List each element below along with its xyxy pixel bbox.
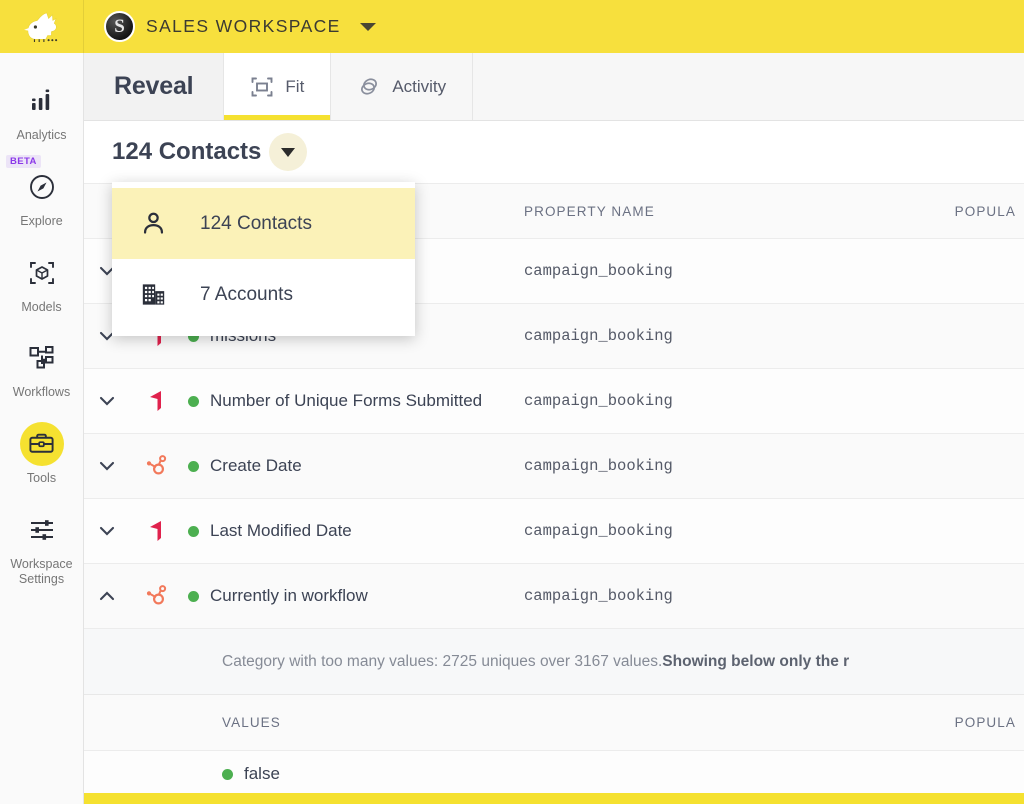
sidebar-item-workflows[interactable]: Workflows [0,324,83,410]
left-sidebar: Analytics BETA Explore Models Workflows … [0,53,84,804]
row-name-cell: Number of Unique Forms Submitted [184,391,524,411]
bar-chart-icon [20,79,64,123]
chevron-down-icon[interactable] [84,521,130,541]
chevron-up-icon[interactable] [84,586,130,606]
table-row[interactable]: Currently in workflow campaign_booking [84,564,1024,629]
value-row[interactable]: false [84,751,1024,797]
row-property-name: campaign_booking [524,457,673,475]
status-dot [222,768,233,780]
workflow-nodes-icon [20,336,64,380]
banner-text-plain: Category with too many values: 2725 uniq… [222,652,663,670]
marketo-icon [130,388,184,414]
tab-activity[interactable]: Activity [331,53,474,120]
sliders-icon [20,508,64,552]
entity-selector-label: 124 Contacts [112,138,262,165]
stacked-rings-icon [361,77,378,95]
sidebar-item-label: Explore [20,213,63,228]
dropdown-option-label: 7 Accounts [200,283,293,305]
row-property-name: campaign_booking [524,522,673,540]
too-many-values-banner: Category with too many values: 2725 uniq… [84,629,1024,695]
row-property-name: campaign_booking [524,392,673,410]
table-row[interactable]: Last Modified Date campaign_booking [84,499,1024,564]
hubspot-icon [130,583,184,609]
values-header-population: POPULA [954,715,1016,730]
sidebar-item-label: Models [21,299,62,314]
dropdown-option-accounts[interactable]: 7 Accounts [112,259,415,330]
row-property-name: campaign_booking [524,262,673,280]
value-label: false [244,764,280,783]
row-name-cell: Create Date [184,456,524,476]
sidebar-item-models[interactable]: Models [0,239,83,325]
sidebar-item-label: Analytics [16,128,67,142]
toolbox-icon [19,422,64,466]
row-property-name: campaign_booking [524,327,673,345]
values-header-label: VALUES [222,715,281,730]
main-panel: Reveal Fit Activity 124 Contacts PROPERT… [84,53,1024,804]
entity-selector-chevron-down-icon[interactable] [269,133,308,171]
values-table-header: VALUES POPULA [84,695,1024,751]
app-logo[interactable] [0,0,84,53]
status-dot [188,460,199,472]
sidebar-item-tools[interactable]: Tools [0,410,83,496]
sidebar-item-explore[interactable]: BETA Explore [0,153,83,239]
sidebar-item-label: Tools [26,471,57,485]
sidebar-item-label: Workflows [12,385,71,400]
column-header-property-name: PROPERTY NAME [524,203,655,219]
tab-label: Reveal [114,72,194,100]
sidebar-item-label: Workspace Settings [10,556,73,586]
chevron-down-icon[interactable] [84,391,130,411]
status-dot [188,395,199,407]
chevron-down-icon[interactable] [84,456,130,476]
tab-fit[interactable]: Fit [224,53,332,120]
hubspot-icon [130,453,184,479]
tab-bar: Reveal Fit Activity [84,53,1024,121]
table-row[interactable]: Number of Unique Forms Submitted campaig… [84,369,1024,434]
table-row[interactable]: Create Date campaign_booking [84,434,1024,499]
tab-label: Activity [392,76,447,96]
building-icon [140,281,186,308]
tab-label: Fit [285,76,305,96]
workspace-name: SALES WORKSPACE [146,16,341,36]
row-display-name: Number of Unique Forms Submitted [210,391,483,410]
status-dot [188,590,199,602]
beta-badge: BETA [6,154,41,168]
workspace-avatar: S [104,11,135,42]
workspace-switcher[interactable]: S SALES WORKSPACE [104,0,376,53]
sidebar-item-analytics[interactable]: Analytics [0,67,83,153]
compass-icon [20,165,64,209]
entity-selector-dropdown: 124 Contacts 7 Accounts [112,182,415,336]
app-root: S SALES WORKSPACE Analytics BETA Explore… [0,0,1024,804]
row-name-cell: Currently in workflow [184,586,524,606]
row-display-name: Currently in workflow [210,586,368,605]
banner-text-bold: Showing below only the r [662,652,850,670]
status-dot [188,525,199,537]
top-bar: S SALES WORKSPACE [0,0,1024,53]
caret-glyph [281,147,296,157]
bottom-accent-bar [84,793,1024,804]
row-name-cell: Last Modified Date [184,521,524,541]
entity-selector-row: 124 Contacts [84,121,1024,183]
row-property-name: campaign_booking [524,587,673,605]
workspace-chevron-down-icon[interactable] [359,22,376,31]
bird-logo-icon [23,12,57,42]
cube-scan-icon [20,251,64,295]
person-icon [140,210,186,237]
sidebar-item-workspace-settings[interactable]: Workspace Settings [0,496,83,597]
row-display-name: Create Date [210,456,302,475]
dropdown-option-contacts[interactable]: 124 Contacts [112,188,415,259]
tab-reveal[interactable]: Reveal [84,53,225,120]
column-header-population: POPULA [954,203,1016,219]
dropdown-option-label: 124 Contacts [200,212,312,234]
fit-frame-icon [251,77,273,96]
row-display-name: Last Modified Date [210,521,352,540]
marketo-icon [130,518,184,544]
